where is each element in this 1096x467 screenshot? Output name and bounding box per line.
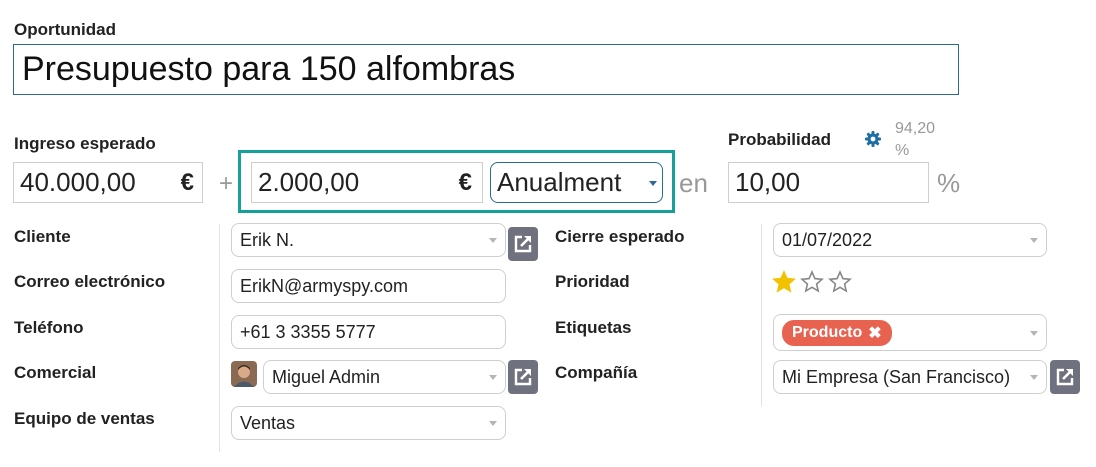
client-select[interactable]: Erik N.: [231, 223, 506, 257]
phone-label: Teléfono: [14, 318, 84, 337]
recurring-euro-symbol: €: [458, 168, 472, 196]
priority-star-1[interactable]: [772, 270, 796, 294]
probability-percent: %: [937, 168, 961, 198]
expected-closing-value: 01/07/2022: [782, 229, 873, 250]
remove-tag-icon[interactable]: ✖: [868, 323, 881, 343]
priority-stars: [772, 270, 852, 294]
recurring-plan-select[interactable]: Anualment: [490, 162, 663, 203]
opportunity-label: Oportunidad: [14, 20, 116, 39]
chevron-down-icon: [1030, 330, 1038, 336]
external-link-icon: [514, 235, 532, 253]
company-value: Mi Empresa (San Francisco): [782, 366, 1011, 387]
probability-input[interactable]: 10,00: [728, 162, 929, 203]
priority-star-2[interactable]: [800, 270, 824, 294]
chevron-down-icon: [1030, 375, 1038, 380]
expected-closing-date-field[interactable]: 01/07/2022: [773, 223, 1047, 257]
client-open-button[interactable]: [508, 227, 538, 261]
tag-label: Producto: [792, 323, 863, 341]
email-label: Correo electrónico: [14, 272, 166, 291]
probability-value: 10,00: [735, 167, 801, 197]
sales-team-value: Ventas: [240, 412, 296, 433]
company-label: Compañía: [555, 363, 638, 382]
probability-label: Probabilidad: [728, 130, 831, 149]
company-open-button[interactable]: [1050, 360, 1080, 394]
email-field[interactable]: ErikN@armyspy.com: [231, 269, 506, 303]
avatar: [231, 361, 257, 387]
tag-badge: Producto ✖: [782, 319, 892, 346]
sales-team-select[interactable]: Ventas: [231, 406, 506, 440]
company-select[interactable]: Mi Empresa (San Francisco): [773, 360, 1047, 394]
phone-value: +61 3 3355 5777: [240, 321, 376, 342]
opportunity-name-value: Presupuesto para 150 alfombras: [22, 50, 516, 88]
tags-label: Etiquetas: [555, 318, 632, 337]
salesperson-label: Comercial: [14, 363, 97, 382]
plus-sign: +: [219, 170, 234, 197]
chevron-down-icon: [489, 421, 497, 426]
recurring-revenue-value: 2.000,00: [258, 167, 360, 197]
external-link-icon: [514, 368, 532, 386]
chevron-down-icon: [1030, 238, 1038, 243]
client-label: Cliente: [14, 227, 71, 246]
email-value: ErikN@armyspy.com: [240, 275, 408, 296]
salesperson-open-button[interactable]: [508, 360, 538, 394]
right-column-separator: [761, 224, 762, 406]
chevron-down-icon: [649, 181, 657, 186]
tags-field[interactable]: Producto ✖: [773, 314, 1047, 351]
chevron-down-icon: [489, 375, 497, 380]
priority-star-3[interactable]: [828, 270, 852, 294]
phone-field[interactable]: +61 3 3355 5777: [231, 315, 506, 349]
left-column-separator: [219, 224, 220, 452]
en-label: en: [679, 168, 708, 198]
client-value: Erik N.: [240, 229, 294, 250]
sales-team-label: Equipo de ventas: [14, 409, 155, 428]
chevron-down-icon: [489, 238, 497, 243]
external-link-icon: [1056, 368, 1074, 386]
expected-revenue-input[interactable]: 40.000,00 €: [13, 162, 203, 203]
opportunity-name-input[interactable]: Presupuesto para 150 alfombras: [13, 44, 959, 95]
expected-revenue-label: Ingreso esperado: [14, 134, 156, 153]
expected-closing-label: Cierre esperado: [555, 227, 685, 246]
recurring-plan-value: Anualment: [497, 167, 622, 197]
automated-probability-unit: %: [895, 142, 910, 159]
recurring-revenue-input[interactable]: 2.000,00 €: [251, 162, 483, 203]
expected-revenue-value: 40.000,00: [20, 167, 136, 197]
salesperson-value: Miguel Admin: [272, 366, 381, 387]
euro-symbol: €: [180, 168, 194, 196]
salesperson-select[interactable]: Miguel Admin: [263, 360, 506, 394]
gear-icon[interactable]: [864, 130, 882, 148]
priority-label: Prioridad: [555, 272, 630, 291]
automated-probability-value: 94,20: [895, 120, 936, 137]
